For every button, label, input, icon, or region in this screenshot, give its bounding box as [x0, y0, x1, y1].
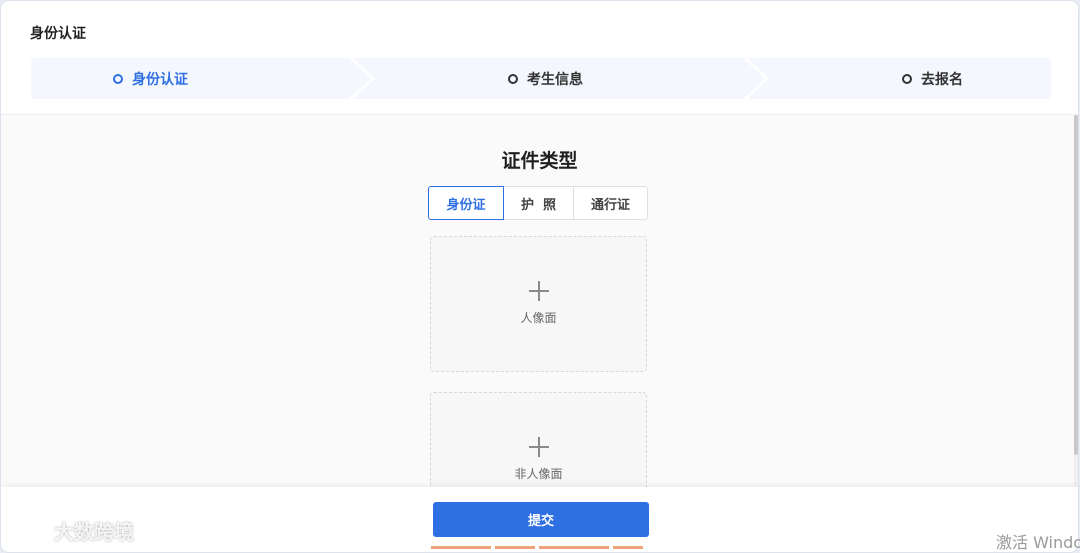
footer-hint-strip [431, 546, 647, 552]
submit-button[interactable]: 提交 [433, 502, 649, 537]
step-circle-icon [113, 73, 123, 84]
step-identity-verification[interactable]: 身份认证 [113, 58, 188, 99]
step-separator-2 [743, 58, 770, 99]
scrollbar[interactable] [1074, 115, 1078, 487]
doc-type-permit[interactable]: 通行证 [573, 186, 648, 220]
activate-windows-overlay: 激活 Windows [996, 533, 1080, 552]
step-label: 身份认证 [132, 71, 188, 88]
section-title: 证件类型 [501, 150, 578, 172]
page-title: 身份认证 [30, 26, 86, 42]
footer: 提交 [1, 487, 1078, 552]
step-circle-icon [508, 73, 518, 84]
upload-portrait-side[interactable]: 人像面 [430, 236, 647, 372]
plus-icon [529, 281, 549, 301]
step-circle-icon [902, 73, 912, 84]
step-label: 考生信息 [527, 71, 583, 88]
upload-label: 人像面 [520, 311, 557, 325]
app-window: 身份认证 身份认证 考生信息 去报名 证件类型 身份证 护 照 通行证 人像面 … [1, 1, 1078, 552]
plus-icon [529, 437, 549, 457]
step-candidate-info[interactable]: 考生信息 [508, 58, 583, 99]
upload-label: 非人像面 [514, 467, 563, 481]
step-progress-bar: 身份认证 考生信息 去报名 [31, 58, 1051, 99]
step-go-register[interactable]: 去报名 [902, 58, 963, 99]
watermark-text: 大数跨境 [54, 519, 134, 544]
document-type-selector: 身份证 护 照 通行证 [428, 186, 648, 220]
watermark-logo-icon [9, 518, 48, 544]
step-label: 去报名 [921, 71, 963, 88]
doc-type-id-card[interactable]: 身份证 [428, 186, 504, 220]
scrollbar-thumb[interactable] [1074, 115, 1078, 455]
step-separator-1 [349, 58, 376, 99]
watermark: 大数跨境 [8, 515, 134, 545]
doc-type-passport[interactable]: 护 照 [503, 186, 574, 220]
header: 身份认证 身份认证 考生信息 去报名 [1, 1, 1078, 115]
